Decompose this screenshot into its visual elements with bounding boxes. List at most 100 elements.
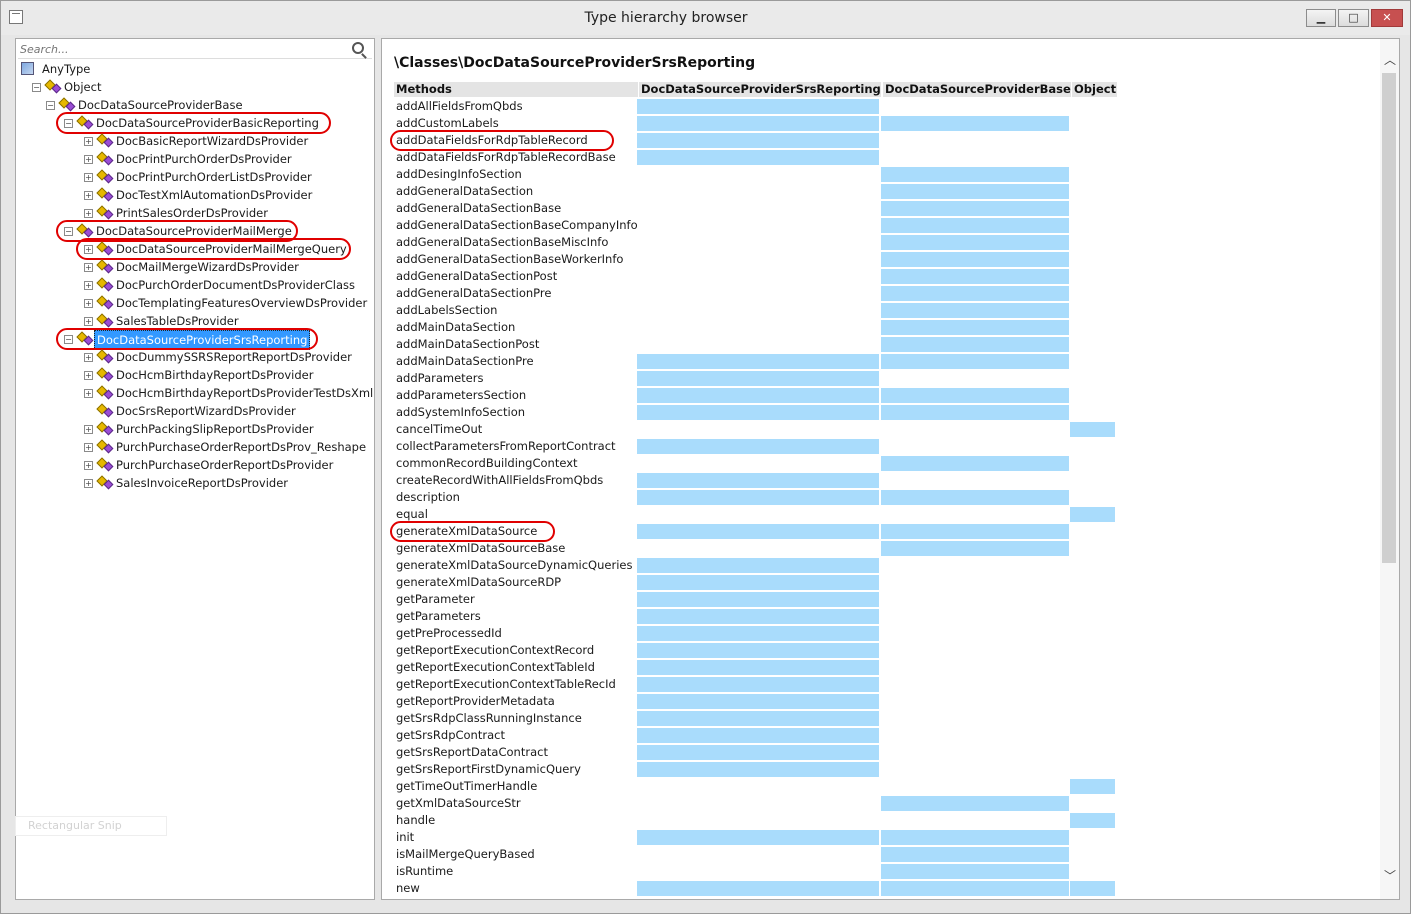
method-name[interactable]: getTimeOutTimerHandle bbox=[396, 778, 537, 795]
expand-icon[interactable]: + bbox=[84, 209, 93, 218]
method-name[interactable]: addMainDataSectionPre bbox=[396, 353, 534, 370]
tree-node-label[interactable]: SalesTableDsProvider bbox=[114, 312, 241, 330]
method-name[interactable]: getSrsRdpClassRunningInstance bbox=[396, 710, 582, 727]
method-name[interactable]: equal bbox=[396, 506, 428, 523]
tree-node[interactable]: + SalesTableDsProvider bbox=[16, 312, 372, 330]
method-name[interactable]: getParameters bbox=[396, 608, 481, 625]
tree-node[interactable]: + DocPrintPurchOrderListDsProvider bbox=[16, 168, 372, 186]
tree-node[interactable]: + DocTemplatingFeaturesOverviewDsProvider bbox=[16, 294, 372, 312]
close-button[interactable]: ✕ bbox=[1371, 9, 1403, 27]
method-name[interactable]: description bbox=[396, 489, 460, 506]
method-name[interactable]: addDesingInfoSection bbox=[396, 166, 522, 183]
tree-node-label[interactable]: DocDataSourceProviderMailMergeQuery bbox=[114, 240, 349, 258]
method-name[interactable]: addCustomLabels bbox=[396, 115, 499, 132]
tree-node-label[interactable]: DocDummySSRSReportReportDsProvider bbox=[114, 348, 354, 366]
expand-icon[interactable]: + bbox=[84, 479, 93, 488]
method-name[interactable]: addGeneralDataSectionPre bbox=[396, 285, 551, 302]
expand-icon[interactable]: + bbox=[84, 425, 93, 434]
method-name[interactable]: isRuntime bbox=[396, 863, 453, 880]
collapse-icon[interactable]: − bbox=[32, 83, 41, 92]
tree-node[interactable]: + DocDataSourceProviderMailMergeQuery bbox=[16, 240, 372, 258]
method-name[interactable]: addParameters bbox=[396, 370, 483, 387]
minimize-button[interactable]: ▁ bbox=[1306, 9, 1336, 27]
column-header[interactable]: Object bbox=[1072, 82, 1117, 97]
tree-node[interactable]: + DocDummySSRSReportReportDsProvider bbox=[16, 348, 372, 366]
expand-icon[interactable]: + bbox=[84, 371, 93, 380]
method-name[interactable]: getReportExecutionContextTableRecId bbox=[396, 676, 616, 693]
tree-node-label[interactable]: DocDataSourceProviderBase bbox=[76, 96, 245, 114]
search-input[interactable] bbox=[18, 41, 338, 57]
method-name[interactable]: generateXmlDataSource bbox=[396, 523, 537, 540]
method-name[interactable]: createRecordWithAllFieldsFromQbds bbox=[396, 472, 603, 489]
method-name[interactable]: addGeneralDataSectionBaseCompanyInfo bbox=[396, 217, 638, 234]
tree-node[interactable]: − DocDataSourceProviderMailMerge bbox=[16, 222, 372, 240]
expand-icon[interactable]: + bbox=[84, 137, 93, 146]
tree-node[interactable]: − DocDataSourceProviderBase bbox=[16, 96, 372, 114]
tree-node[interactable]: + PurchPurchaseOrderReportDsProvider bbox=[16, 456, 372, 474]
method-name[interactable]: addGeneralDataSectionBaseMiscInfo bbox=[396, 234, 608, 251]
method-name[interactable]: addGeneralDataSectionPost bbox=[396, 268, 557, 285]
tree-node-label[interactable]: DocHcmBirthdayReportDsProviderTestDsXml bbox=[114, 384, 375, 402]
method-name[interactable]: getSrsReportFirstDynamicQuery bbox=[396, 761, 581, 778]
tree-node-label[interactable]: Object bbox=[62, 78, 103, 96]
tree-node-label[interactable]: DocDataSourceProviderBasicReporting bbox=[94, 114, 321, 132]
tree-node[interactable]: − Object bbox=[16, 78, 372, 96]
method-name[interactable]: addDataFieldsForRdpTableRecord bbox=[396, 132, 588, 149]
method-name[interactable]: addSystemInfoSection bbox=[396, 404, 525, 421]
method-name[interactable]: getReportExecutionContextTableId bbox=[396, 659, 595, 676]
scroll-up-icon[interactable]: ︿ bbox=[1384, 54, 1396, 66]
method-name[interactable]: getSrsRdpContract bbox=[396, 727, 505, 744]
expand-icon[interactable]: + bbox=[84, 389, 93, 398]
method-name[interactable]: getReportProviderMetadata bbox=[396, 693, 555, 710]
tree-node[interactable]: + PurchPurchaseOrderReportDsProv_Reshape bbox=[16, 438, 372, 456]
method-name[interactable]: handle bbox=[396, 812, 435, 829]
tree-node-label[interactable]: DocTestXmlAutomationDsProvider bbox=[114, 186, 314, 204]
method-name[interactable]: new bbox=[396, 880, 420, 897]
expand-icon[interactable]: + bbox=[84, 263, 93, 272]
method-name[interactable]: addGeneralDataSection bbox=[396, 183, 533, 200]
tree-node[interactable]: + PrintSalesOrderDsProvider bbox=[16, 204, 372, 222]
maximize-button[interactable]: □ bbox=[1338, 9, 1369, 27]
method-name[interactable]: getParameter bbox=[396, 591, 475, 608]
tree-node[interactable]: + DocPrintPurchOrderDsProvider bbox=[16, 150, 372, 168]
method-name[interactable]: getPreProcessedId bbox=[396, 625, 502, 642]
expand-icon[interactable]: + bbox=[84, 245, 93, 254]
tree-node[interactable]: + DocMailMergeWizardDsProvider bbox=[16, 258, 372, 276]
expand-icon[interactable]: + bbox=[84, 353, 93, 362]
method-name[interactable]: addParametersSection bbox=[396, 387, 526, 404]
tree-node-label[interactable]: DocPurchOrderDocumentDsProviderClass bbox=[114, 276, 357, 294]
method-name[interactable]: addMainDataSection bbox=[396, 319, 515, 336]
scroll-down-icon[interactable]: ﹀ bbox=[1384, 870, 1396, 882]
method-name[interactable]: addAllFieldsFromQbds bbox=[396, 98, 523, 115]
method-name[interactable]: isMailMergeQueryBased bbox=[396, 846, 535, 863]
collapse-icon[interactable]: − bbox=[64, 227, 73, 236]
tree-node[interactable]: AnyType bbox=[16, 60, 372, 78]
expand-icon[interactable]: + bbox=[84, 155, 93, 164]
method-name[interactable]: generateXmlDataSourceBase bbox=[396, 540, 565, 557]
column-header[interactable]: Methods bbox=[394, 82, 638, 97]
method-name[interactable]: commonRecordBuildingContext bbox=[396, 455, 578, 472]
tree-node-label[interactable]: DocDataSourceProviderSrsReporting bbox=[94, 330, 311, 350]
tree-node-label[interactable]: PurchPurchaseOrderReportDsProvider bbox=[114, 456, 335, 474]
expand-icon[interactable]: + bbox=[84, 443, 93, 452]
vertical-scrollbar[interactable]: ︿ ﹀ bbox=[1380, 39, 1399, 899]
expand-icon[interactable]: + bbox=[84, 173, 93, 182]
tree-node[interactable]: − DocDataSourceProviderBasicReporting bbox=[16, 114, 372, 132]
scroll-thumb[interactable] bbox=[1382, 73, 1396, 563]
tree-node-label[interactable]: DocMailMergeWizardDsProvider bbox=[114, 258, 301, 276]
column-header[interactable]: DocDataSourceProviderSrsReporting bbox=[639, 82, 881, 97]
expand-icon[interactable]: + bbox=[84, 281, 93, 290]
tree-node[interactable]: + DocTestXmlAutomationDsProvider bbox=[16, 186, 372, 204]
tree-node-label[interactable]: PurchPackingSlipReportDsProvider bbox=[114, 420, 316, 438]
tree-node[interactable]: + PurchPackingSlipReportDsProvider bbox=[16, 420, 372, 438]
method-name[interactable]: cancelTimeOut bbox=[396, 421, 482, 438]
collapse-icon[interactable]: − bbox=[64, 119, 73, 128]
search-icon[interactable] bbox=[352, 42, 364, 54]
tree-node-label[interactable]: DocPrintPurchOrderDsProvider bbox=[114, 150, 294, 168]
tree-node[interactable]: DocSrsReportWizardDsProvider bbox=[16, 402, 372, 420]
method-name[interactable]: generateXmlDataSourceRDP bbox=[396, 574, 561, 591]
tree-node-label[interactable]: SalesInvoiceReportDsProvider bbox=[114, 474, 290, 492]
method-name[interactable]: generateXmlDataSourceDynamicQueries bbox=[396, 557, 632, 574]
tree-node[interactable]: − DocDataSourceProviderSrsReporting bbox=[16, 330, 372, 350]
method-name[interactable]: getReportExecutionContextRecord bbox=[396, 642, 594, 659]
